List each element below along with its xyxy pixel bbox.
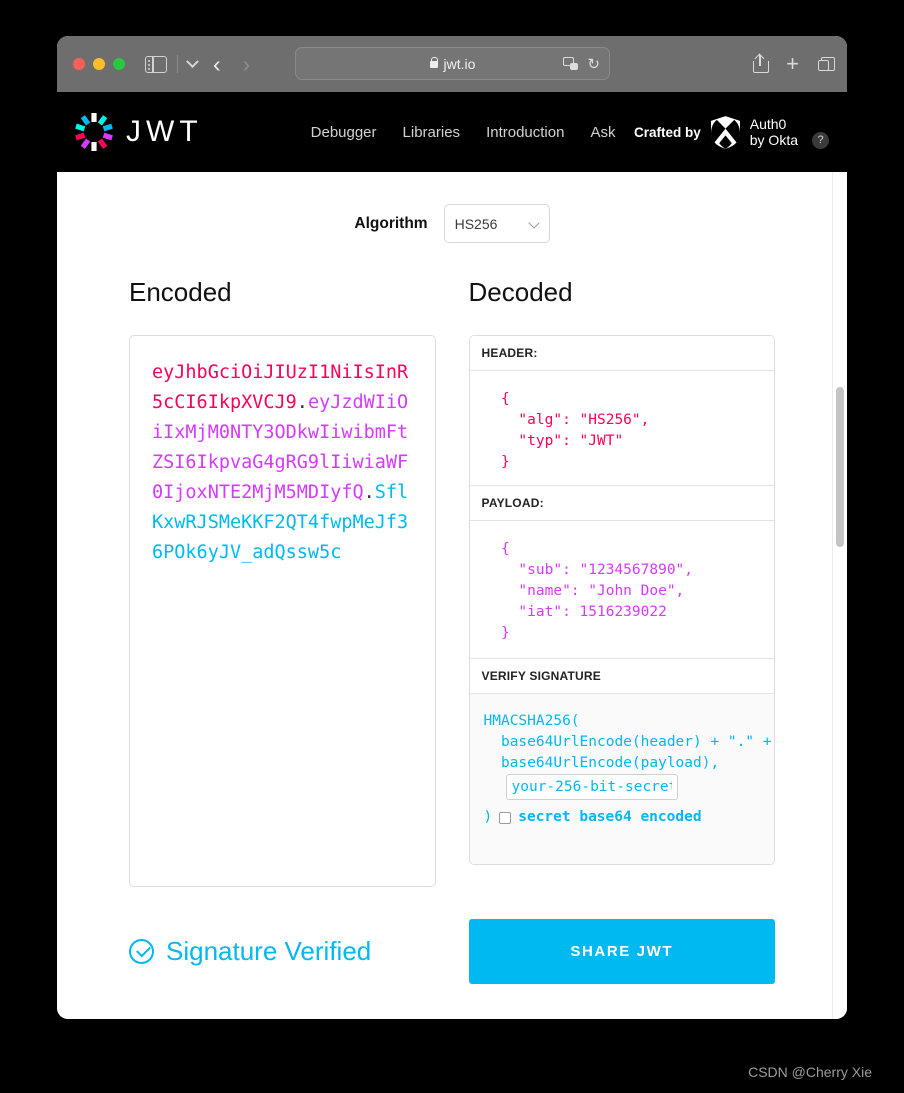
signature-editor: HMACSHA256( base64UrlEncode(header) + ".… (469, 694, 774, 864)
auth0-shield-icon (710, 115, 740, 149)
plus-icon[interactable]: + (786, 53, 799, 75)
address-bar-content: jwt.io (429, 55, 476, 72)
chevron-down-icon (527, 217, 540, 229)
encoded-column: Encoded eyJhbGciOiJIUzI1NiIsInR5cCI6IkpX… (129, 277, 436, 887)
address-bar-actions: ↻ (563, 55, 600, 73)
window-controls (73, 58, 125, 70)
toolbar-divider (177, 55, 178, 73)
browser-window: ‹ › jwt.io ↻ + JWT Debugger Libraries In… (57, 36, 847, 1019)
nav-item-debugger[interactable]: Debugger (311, 124, 377, 141)
algorithm-label: Algorithm (354, 214, 428, 232)
nav-item-libraries[interactable]: Libraries (403, 124, 461, 141)
maximize-window-button[interactable] (113, 58, 125, 70)
decoded-column: Decoded HEADER: { "alg": "HS256", "typ":… (468, 277, 775, 887)
close-window-button[interactable] (73, 58, 85, 70)
site-header: JWT Debugger Libraries Introduction Ask … (57, 92, 847, 172)
translate-icon[interactable] (563, 57, 579, 70)
base64-encoded-label: secret base64 encoded (518, 809, 702, 825)
decoded-panel: HEADER: { "alg": "HS256", "typ": "JWT" }… (468, 335, 775, 865)
algorithm-value: HS256 (454, 215, 498, 232)
sidebar-toggle-icon[interactable] (145, 55, 167, 73)
signature-closing-row: ) secret base64 encoded (484, 807, 761, 828)
lock-icon (429, 57, 438, 68)
payload-section-label: PAYLOAD: (469, 486, 774, 521)
auth0-brand-line2: by Okta (749, 132, 798, 148)
token-separator-1: . (296, 392, 308, 413)
check-circle-icon (129, 939, 154, 964)
back-arrow-icon[interactable]: ‹ (213, 52, 221, 76)
encoded-token-input[interactable]: eyJhbGciOiJIUzI1NiIsInR5cCI6IkpXVCJ9.eyJ… (129, 335, 436, 887)
reload-icon[interactable]: ↻ (587, 55, 600, 73)
signature-line-3: base64UrlEncode(payload), (483, 755, 720, 771)
header-section-label: HEADER: (469, 336, 774, 371)
signature-status-badge: Signature Verified (129, 936, 436, 967)
main-nav: Debugger Libraries Introduction Ask (311, 124, 616, 141)
algorithm-select[interactable]: HS256 (443, 204, 550, 243)
signature-status-text: Signature Verified (166, 936, 372, 966)
share-icon[interactable] (753, 53, 770, 73)
scrollbar-thumb[interactable] (836, 387, 844, 547)
nav-item-ask[interactable]: Ask (590, 124, 615, 141)
jwt-logo-text: JWT (126, 115, 203, 148)
share-jwt-button[interactable]: SHARE JWT (468, 919, 775, 984)
forward-arrow-icon[interactable]: › (243, 52, 251, 76)
address-bar[interactable]: jwt.io ↻ (295, 47, 610, 80)
debugger-columns: Encoded eyJhbGciOiJIUzI1NiIsInR5cCI6IkpX… (57, 277, 847, 887)
signature-line-1: HMACSHA256( (483, 713, 580, 729)
auth0-brand-line1: Auth0 (749, 115, 787, 132)
crafted-by-label: Crafted by (633, 124, 701, 140)
encoded-title: Encoded (129, 277, 232, 307)
help-icon[interactable]: ? (812, 131, 829, 149)
token-separator-2: . (363, 482, 375, 503)
jwt-logo-icon (75, 113, 113, 151)
toolbar-right-actions: + (753, 53, 835, 75)
auth0-brand-text: Auth0 by Okta (750, 116, 798, 148)
jwt-logo[interactable]: JWT (75, 113, 203, 151)
crafted-by-block: Crafted by Auth0 by Okta ? (633, 115, 829, 149)
header-json-editor[interactable]: { "alg": "HS256", "typ": "JWT" } (469, 371, 774, 486)
payload-json-editor[interactable]: { "sub": "1234567890", "name": "John Doe… (469, 521, 774, 659)
page-scrollbar[interactable] (832, 172, 847, 1019)
url-text: jwt.io (443, 55, 476, 72)
signature-line-2: base64UrlEncode(header) + "." + (483, 734, 772, 750)
secret-input[interactable] (505, 774, 678, 800)
tab-overview-icon[interactable] (818, 56, 835, 72)
algorithm-row: Algorithm HS256 (57, 172, 847, 243)
page-content: JWT Debugger Libraries Introduction Ask … (57, 92, 847, 1019)
browser-toolbar: ‹ › jwt.io ↻ + (57, 36, 847, 92)
watermark: CSDN @Cherry Xie (748, 1064, 872, 1080)
decoded-title: Decoded (468, 277, 573, 307)
nav-item-introduction[interactable]: Introduction (486, 124, 564, 141)
base64-encoded-checkbox[interactable] (499, 811, 512, 824)
minimize-window-button[interactable] (93, 58, 105, 70)
chevron-down-icon[interactable] (186, 54, 199, 69)
closing-paren: ) (483, 809, 493, 825)
signature-section-label: VERIFY SIGNATURE (469, 659, 774, 694)
screenshot-root: ‹ › jwt.io ↻ + JWT Debugger Libraries In… (0, 0, 904, 1093)
footer-row: Signature Verified SHARE JWT (57, 919, 847, 984)
